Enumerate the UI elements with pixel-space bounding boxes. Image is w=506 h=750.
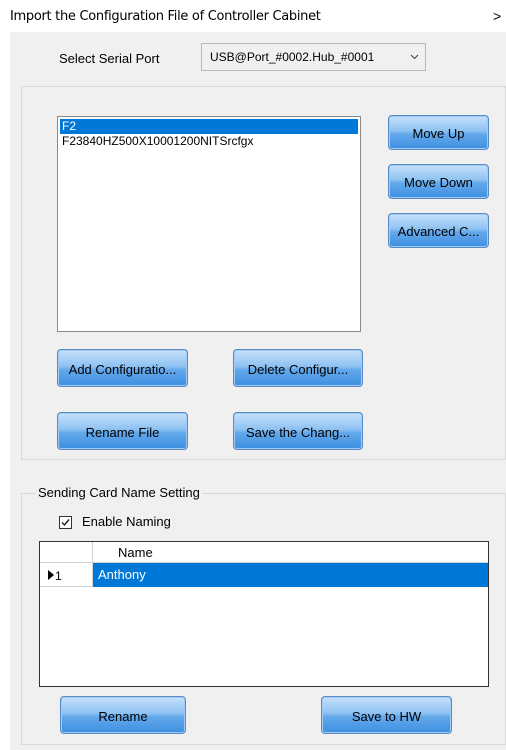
enable-naming-checkbox[interactable] — [59, 516, 72, 529]
rename-file-button[interactable]: Rename File — [57, 412, 188, 450]
chevron-down-icon — [410, 54, 419, 60]
move-up-button[interactable]: Move Up — [388, 115, 489, 150]
enable-naming-label[interactable]: Enable Naming — [82, 514, 171, 529]
delete-configuration-label: Delete Configur... — [247, 361, 349, 377]
serial-port-select[interactable]: USB@Port_#0002.Hub_#0001 — [201, 43, 426, 71]
save-changes-label: Save the Chang... — [245, 424, 351, 440]
save-to-hw-button[interactable]: Save to HW — [321, 696, 452, 734]
title-bar: Import the Configuration File of Control… — [0, 0, 506, 32]
rename-label: Rename — [98, 708, 148, 724]
config-file-list[interactable]: F2 F23840HZ500X10001200NITSrcfgx — [57, 116, 361, 332]
add-configuration-button[interactable]: Add Configuratio... — [57, 349, 188, 387]
close-icon[interactable]: > — [493, 8, 501, 24]
rename-file-label: Rename File — [85, 424, 160, 440]
row-pointer-icon — [48, 570, 54, 580]
advanced-label: Advanced C... — [397, 224, 480, 239]
serial-port-label: Select Serial Port — [59, 51, 160, 66]
serial-port-value: USB@Port_#0002.Hub_#0001 — [210, 50, 375, 64]
grid-cell-name[interactable]: Anthony — [93, 563, 488, 587]
advanced-button[interactable]: Advanced C... — [388, 213, 489, 248]
grid-header-corner — [40, 542, 93, 563]
list-item[interactable]: F23840HZ500X10001200NITSrcfgx — [60, 134, 358, 149]
save-to-hw-label: Save to HW — [351, 708, 422, 724]
checkmark-icon — [61, 519, 70, 527]
sending-card-grid[interactable]: Name 1 Anthony — [39, 541, 489, 687]
row-index: 1 — [55, 569, 62, 583]
grid-row-header[interactable]: 1 — [40, 563, 93, 587]
window-title: Import the Configuration File of Control… — [10, 9, 321, 24]
delete-configuration-button[interactable]: Delete Configur... — [233, 349, 363, 387]
save-changes-button[interactable]: Save the Chang... — [233, 412, 363, 450]
add-configuration-label: Add Configuratio... — [68, 361, 177, 377]
move-down-label: Move Down — [404, 175, 473, 190]
sending-card-group-title: Sending Card Name Setting — [36, 485, 202, 500]
dialog-content: Select Serial Port USB@Port_#0002.Hub_#0… — [10, 32, 506, 750]
move-up-label: Move Up — [412, 126, 465, 141]
move-down-button[interactable]: Move Down — [388, 164, 489, 199]
grid-column-header-name[interactable]: Name — [93, 542, 488, 563]
list-item[interactable]: F2 — [60, 119, 358, 134]
rename-button[interactable]: Rename — [60, 696, 186, 734]
